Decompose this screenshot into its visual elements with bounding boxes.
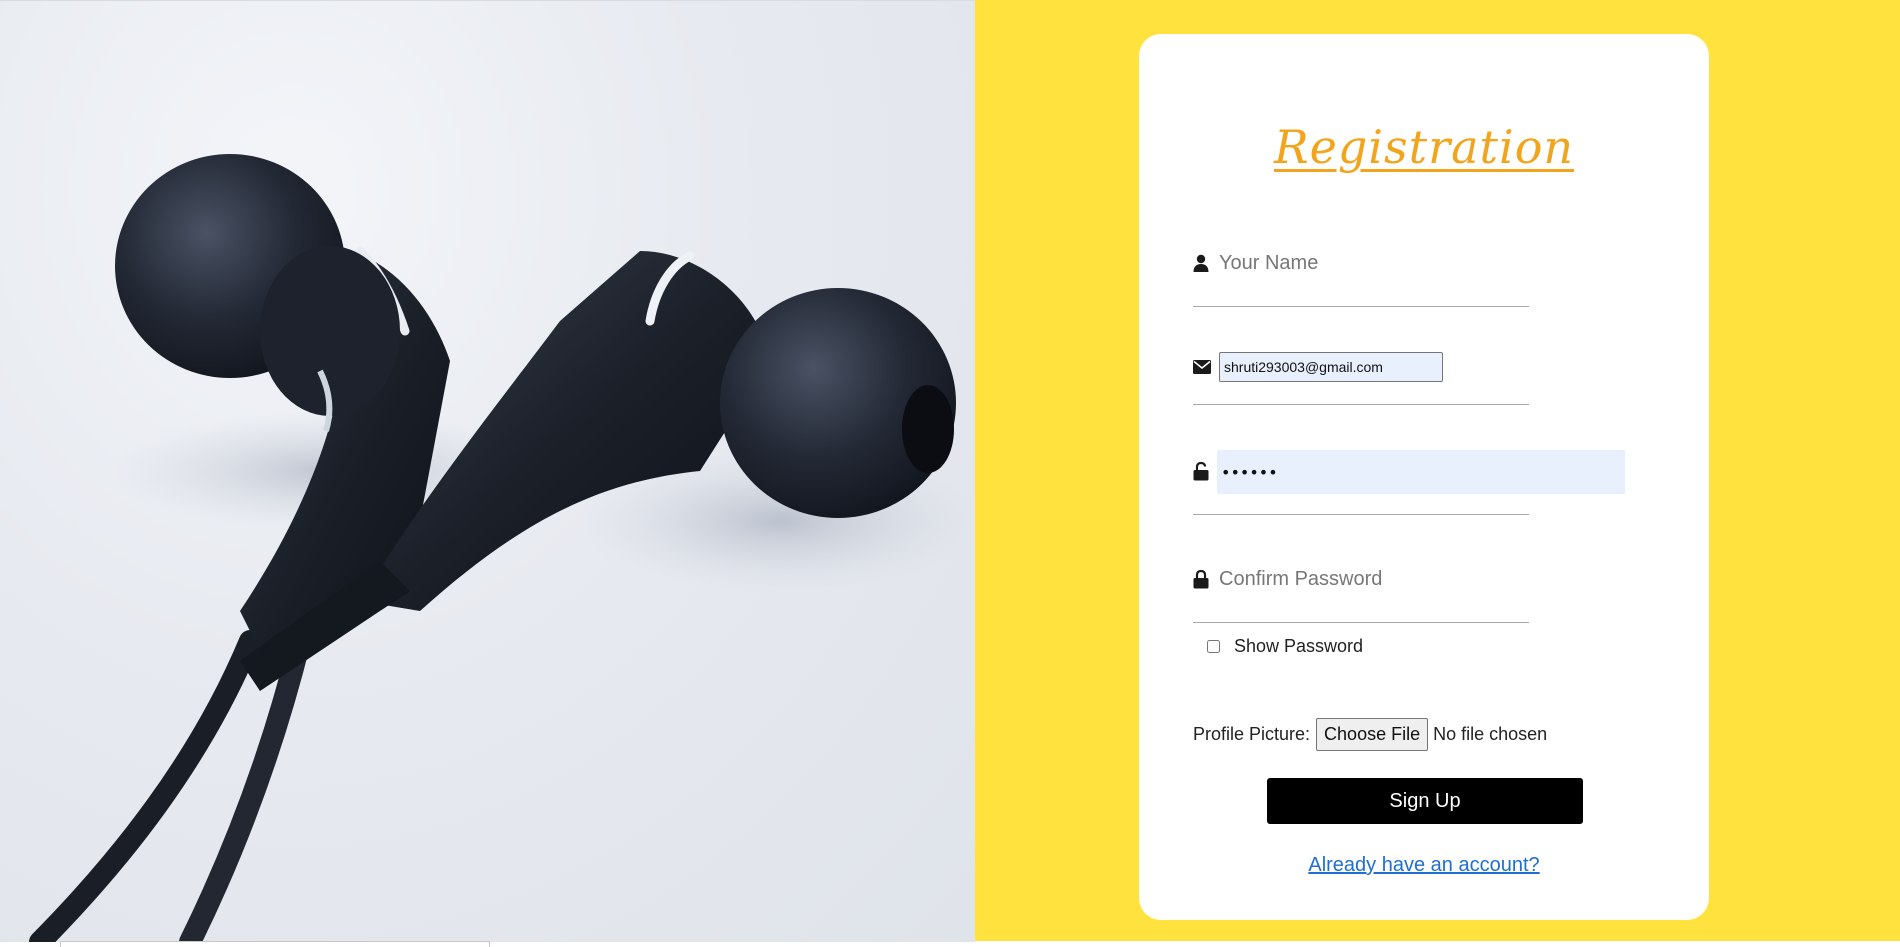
- profile-picture-label: Profile Picture:: [1193, 724, 1311, 744]
- email-field: [1193, 316, 1529, 405]
- password-input[interactable]: [1217, 450, 1625, 494]
- horizontal-scrollbar[interactable]: [60, 941, 490, 947]
- show-password-row: Show Password: [1207, 636, 1363, 657]
- sign-up-button[interactable]: Sign Up: [1267, 778, 1583, 824]
- password-field: [1193, 438, 1625, 515]
- earphones-photo: [0, 0, 975, 942]
- registration-page: Registration Your Name shruti293003@gmai…: [0, 0, 1900, 947]
- confirm-password-input[interactable]: [1219, 566, 1519, 592]
- lock-icon: [1193, 569, 1209, 589]
- name-input[interactable]: [1219, 250, 1519, 276]
- no-file-text: No file chosen: [1433, 724, 1548, 744]
- login-link-text[interactable]: Already have an account?: [1308, 854, 1539, 876]
- registration-card: Registration Your Name shruti293003@gmai…: [1139, 34, 1709, 920]
- email-input[interactable]: [1219, 352, 1443, 382]
- page-title: Registration: [1273, 120, 1575, 174]
- confirm-password-field: [1193, 556, 1529, 623]
- show-password-label: Show Password: [1234, 636, 1364, 656]
- choose-file-button[interactable]: Choose File: [1316, 718, 1429, 751]
- name-field: [1193, 242, 1529, 307]
- unlock-icon: [1193, 461, 1209, 481]
- profile-picture-row: Profile Picture: Choose File No file cho…: [1193, 718, 1547, 751]
- login-link[interactable]: Already have an account?: [1139, 854, 1709, 877]
- show-password-checkbox[interactable]: [1207, 640, 1220, 653]
- form-panel: Registration Your Name shruti293003@gmai…: [975, 0, 1900, 941]
- envelope-icon: [1193, 360, 1211, 378]
- user-icon: [1193, 254, 1209, 272]
